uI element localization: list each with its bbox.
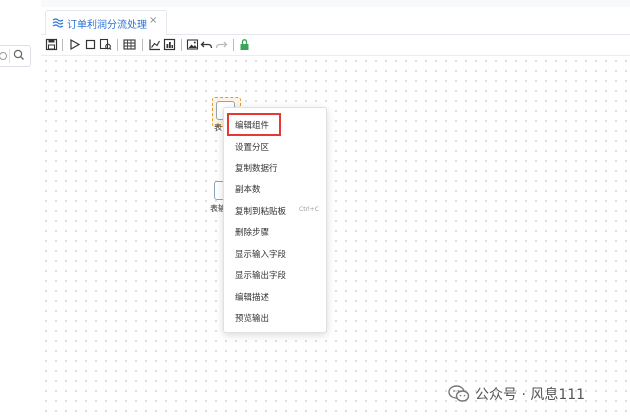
toolbar: [41, 35, 630, 56]
grid-table-icon[interactable]: [123, 38, 136, 51]
search-clear-icon[interactable]: [0, 52, 7, 60]
top-strip: [41, 0, 630, 7]
menu-item-show-output-fields[interactable]: 显示输出字段: [224, 263, 326, 284]
node-label: 表: [214, 123, 222, 132]
menu-item-edit-component[interactable]: 编辑组件: [224, 113, 326, 136]
chart-icon[interactable]: [148, 38, 161, 51]
menu-item-preview-output[interactable]: 预览输出: [224, 306, 326, 327]
menu-item-label: 显示输入字段: [235, 250, 287, 260]
toolbar-divider: [142, 39, 143, 51]
menu-item-label: 编辑描述: [235, 293, 270, 303]
menu-item-label: 编辑组件: [235, 121, 270, 131]
menu-item-edit-description[interactable]: 编辑描述: [224, 285, 326, 306]
search-box[interactable]: [0, 45, 31, 67]
stop-icon[interactable]: [84, 38, 97, 51]
flow-icon: [52, 18, 64, 28]
search-divider: [9, 49, 10, 63]
watermark-text: 公众号 · 风息111: [475, 387, 586, 403]
menu-item-show-input-fields[interactable]: 显示输入字段: [224, 242, 326, 263]
metrics-icon[interactable]: [163, 38, 176, 51]
menu-item-set-partition[interactable]: 设置分区: [224, 135, 326, 156]
menu-item-copy-to-clipboard[interactable]: 复制到粘贴板 Ctrl+C: [224, 199, 326, 220]
toolbar-divider: [117, 39, 118, 51]
menu-item-delete-step[interactable]: 删除步骤: [224, 220, 326, 241]
image-icon[interactable]: [186, 38, 199, 51]
menu-item-label: 复制数据行: [235, 164, 278, 174]
menu-item-label: 副本数: [235, 185, 261, 195]
watermark: 公众号 · 风息111: [448, 381, 623, 407]
redo-icon[interactable]: [215, 38, 228, 51]
left-panel: [0, 0, 42, 420]
preview-icon[interactable]: [99, 38, 112, 51]
tab-bar: 订单利润分流处理 ×: [41, 7, 630, 36]
tab-close-icon[interactable]: ×: [149, 15, 157, 26]
undo-icon[interactable]: [200, 38, 213, 51]
lock-icon[interactable]: [238, 38, 251, 51]
menu-item-shortcut: Ctrl+C: [299, 206, 319, 213]
menu-item-label: 复制到粘贴板: [235, 207, 287, 217]
tab-order-profit-flow[interactable]: 订单利润分流处理 ×: [45, 10, 167, 36]
search-icon[interactable]: [12, 48, 26, 62]
menu-item-label: 显示输出字段: [235, 271, 287, 281]
toolbar-divider: [181, 39, 182, 51]
tab-title: 订单利润分流处理: [67, 20, 147, 31]
menu-item-label: 预览输出: [235, 314, 270, 324]
design-canvas[interactable]: [41, 56, 630, 420]
menu-item-copy-data-rows[interactable]: 复制数据行: [224, 156, 326, 177]
wechat-icon: [448, 385, 470, 402]
menu-item-copies[interactable]: 副本数: [224, 177, 326, 198]
context-menu: 编辑组件 设置分区 复制数据行 副本数 复制到粘贴板 Ctrl+C 删除步骤 显…: [223, 107, 327, 333]
save-icon[interactable]: [45, 38, 58, 51]
toolbar-divider: [233, 39, 234, 51]
toolbar-divider: [62, 39, 63, 51]
menu-item-label: 删除步骤: [235, 228, 270, 238]
run-icon[interactable]: [68, 38, 81, 51]
menu-item-label: 设置分区: [235, 143, 270, 153]
